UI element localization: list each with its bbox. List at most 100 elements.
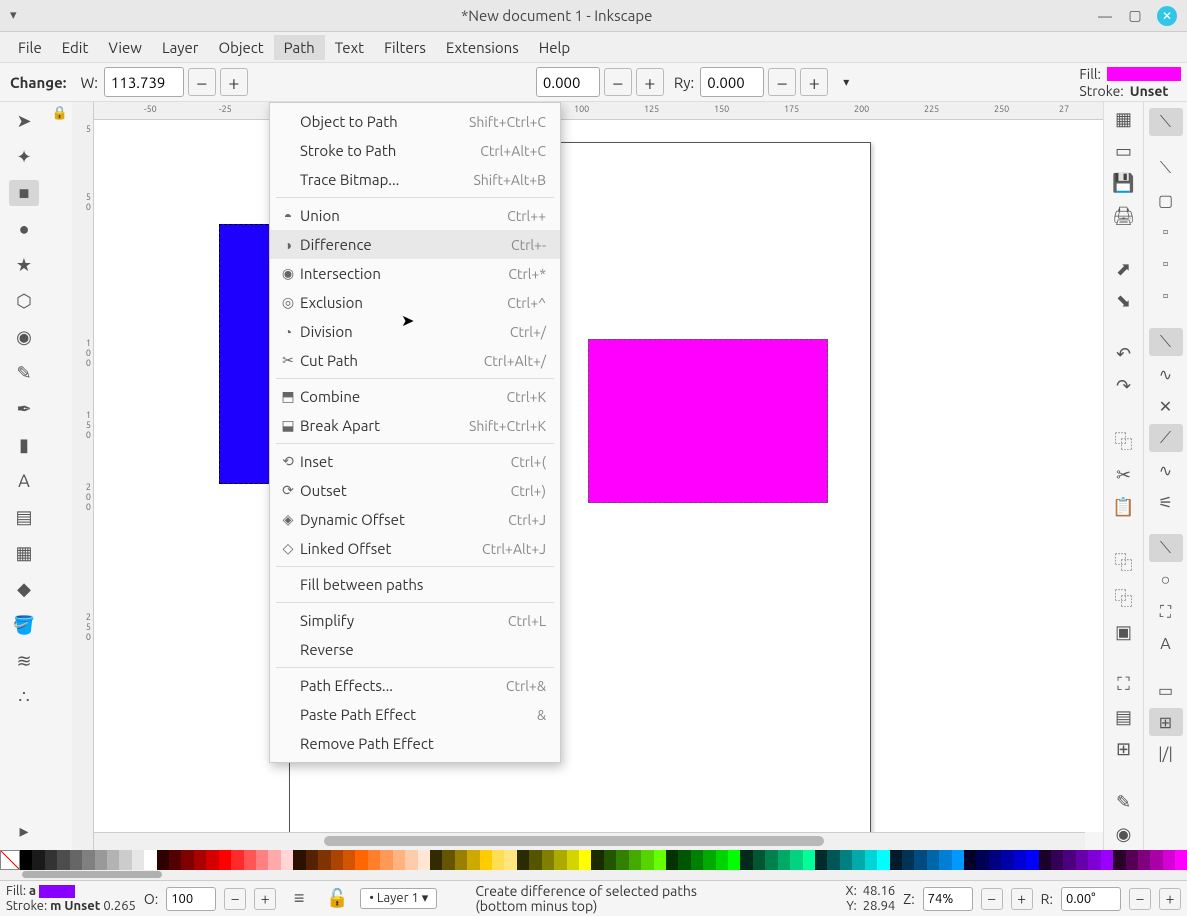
- open-icon[interactable]: ▭: [1109, 140, 1139, 162]
- palette-swatch[interactable]: [716, 850, 728, 870]
- palette-swatch[interactable]: [1113, 850, 1125, 870]
- palette-swatch[interactable]: [852, 850, 864, 870]
- ry-input[interactable]: [700, 67, 764, 97]
- palette-swatch[interactable]: [157, 850, 169, 870]
- menuitem-inset[interactable]: ⟲InsetCtrl+(: [270, 447, 560, 476]
- tweak-tool-icon[interactable]: ≋: [9, 648, 39, 674]
- palette-swatch[interactable]: [927, 850, 939, 870]
- stroke-value[interactable]: Unset: [1130, 83, 1169, 99]
- palette-swatch[interactable]: [20, 850, 32, 870]
- palette-swatch[interactable]: [740, 850, 752, 870]
- layer-lock-icon[interactable]: 🔓: [322, 886, 352, 912]
- lock-guides-icon[interactable]: 🔒: [52, 106, 68, 121]
- palette-swatch[interactable]: [1163, 850, 1175, 870]
- minimize-button[interactable]: —: [1097, 8, 1113, 24]
- palette-swatch[interactable]: [144, 850, 156, 870]
- fill-swatch[interactable]: [1107, 67, 1181, 81]
- menu-text[interactable]: Text: [325, 35, 374, 60]
- zoom-increment[interactable]: +: [1011, 888, 1033, 910]
- palette-swatch[interactable]: [591, 850, 603, 870]
- menuitem-simplify[interactable]: SimplifyCtrl+L: [270, 606, 560, 635]
- menuitem-fill-between-paths[interactable]: Fill between paths: [270, 570, 560, 599]
- palette-swatch[interactable]: [70, 850, 82, 870]
- menuitem-dynamic-offset[interactable]: ◈Dynamic OffsetCtrl+J: [270, 505, 560, 534]
- palette-swatch[interactable]: [579, 850, 591, 870]
- menuitem-cut-path[interactable]: ✂Cut PathCtrl+Alt+/: [270, 346, 560, 375]
- menu-extensions[interactable]: Extensions: [436, 35, 529, 60]
- menu-filters[interactable]: Filters: [374, 35, 436, 60]
- palette-swatch[interactable]: [952, 850, 964, 870]
- cut-icon[interactable]: ✂: [1109, 464, 1139, 486]
- palette-swatch[interactable]: [691, 850, 703, 870]
- import-icon[interactable]: ⬈: [1109, 258, 1139, 280]
- snap-toggle-icon[interactable]: ⟍: [1149, 108, 1183, 136]
- canvas[interactable]: [94, 120, 1103, 832]
- palette-swatch[interactable]: [82, 850, 94, 870]
- opacity-decrement[interactable]: −: [224, 888, 246, 910]
- gradient-tool-icon[interactable]: ▤: [9, 504, 39, 530]
- palette-swatch[interactable]: [107, 850, 119, 870]
- rx-decrement[interactable]: −: [604, 68, 632, 96]
- units-dropdown[interactable]: ▾: [832, 68, 860, 96]
- horizontal-scrollbar[interactable]: [94, 832, 1085, 850]
- menu-view[interactable]: View: [98, 35, 152, 60]
- menu-path[interactable]: Path: [274, 35, 325, 60]
- spray-tool-icon[interactable]: ∴: [9, 684, 39, 710]
- snap-path-icon[interactable]: ∿: [1149, 360, 1183, 388]
- menuitem-exclusion[interactable]: ◎ExclusionCtrl+^: [270, 288, 560, 317]
- palette-swatch[interactable]: [504, 850, 516, 870]
- palette-swatch[interactable]: [890, 850, 902, 870]
- node-tool-icon[interactable]: ✦: [9, 144, 39, 170]
- palette-swatch[interactable]: [654, 850, 666, 870]
- no-color-swatch[interactable]: [0, 850, 20, 870]
- palette-swatch[interactable]: [32, 850, 44, 870]
- palette-swatch[interactable]: [678, 850, 690, 870]
- status-fill-swatch[interactable]: [39, 885, 75, 898]
- close-button[interactable]: ✕: [1157, 6, 1177, 26]
- palette-swatch[interactable]: [368, 850, 380, 870]
- palette-swatch[interactable]: [1126, 850, 1138, 870]
- palette-swatch[interactable]: [1150, 850, 1162, 870]
- snap-center-icon[interactable]: ○: [1149, 566, 1183, 594]
- menuitem-path-effects-[interactable]: Path Effects...Ctrl+&: [270, 671, 560, 700]
- more-tools-icon[interactable]: ▸: [9, 818, 39, 844]
- pencil-tool-icon[interactable]: ✎: [9, 360, 39, 386]
- palette-swatch[interactable]: [455, 850, 467, 870]
- rotation-input[interactable]: [1061, 887, 1121, 911]
- menu-layer[interactable]: Layer: [152, 35, 209, 60]
- print-icon[interactable]: 🖨: [1109, 205, 1139, 227]
- palette-swatch[interactable]: [629, 850, 641, 870]
- palette-swatch[interactable]: [132, 850, 144, 870]
- snap-node-icon[interactable]: ⟍: [1149, 328, 1183, 356]
- palette-swatch[interactable]: [492, 850, 504, 870]
- palette-swatch[interactable]: [293, 850, 305, 870]
- palette-swatch[interactable]: [219, 850, 231, 870]
- menuitem-division[interactable]: ◔DivisionCtrl+/: [270, 317, 560, 346]
- menuitem-object-to-path[interactable]: Object to PathShift+Ctrl+C: [270, 107, 560, 136]
- palette-swatch[interactable]: [1088, 850, 1100, 870]
- palette-swatch[interactable]: [231, 850, 243, 870]
- palette-swatch[interactable]: [1026, 850, 1038, 870]
- snap-text-icon[interactable]: A: [1149, 630, 1183, 658]
- group-icon[interactable]: ▣: [1109, 621, 1139, 643]
- palette-swatch[interactable]: [480, 850, 492, 870]
- rotation-decrement[interactable]: −: [1129, 888, 1151, 910]
- palette-swatch[interactable]: [616, 850, 628, 870]
- palette-swatch[interactable]: [393, 850, 405, 870]
- palette-swatch[interactable]: [95, 850, 107, 870]
- palette-scrollbar[interactable]: [0, 870, 1187, 880]
- palette-swatch[interactable]: [1063, 850, 1075, 870]
- palette-swatch[interactable]: [268, 850, 280, 870]
- colorwheel-icon[interactable]: ◉: [1109, 824, 1139, 846]
- spiral-tool-icon[interactable]: ◉: [9, 324, 39, 350]
- palette-swatch[interactable]: [331, 850, 343, 870]
- snap-guide-icon[interactable]: |/|: [1149, 740, 1183, 768]
- rectangle-tool-icon[interactable]: ■: [9, 180, 39, 206]
- export-icon[interactable]: ⬊: [1109, 290, 1139, 312]
- duplicate-icon[interactable]: ⿻: [1109, 549, 1139, 575]
- maximize-button[interactable]: ▢: [1127, 8, 1143, 24]
- palette-swatch[interactable]: [119, 850, 131, 870]
- width-input[interactable]: [104, 67, 184, 97]
- mesh-tool-icon[interactable]: ▦: [9, 540, 39, 566]
- zoom-decrement[interactable]: −: [981, 888, 1003, 910]
